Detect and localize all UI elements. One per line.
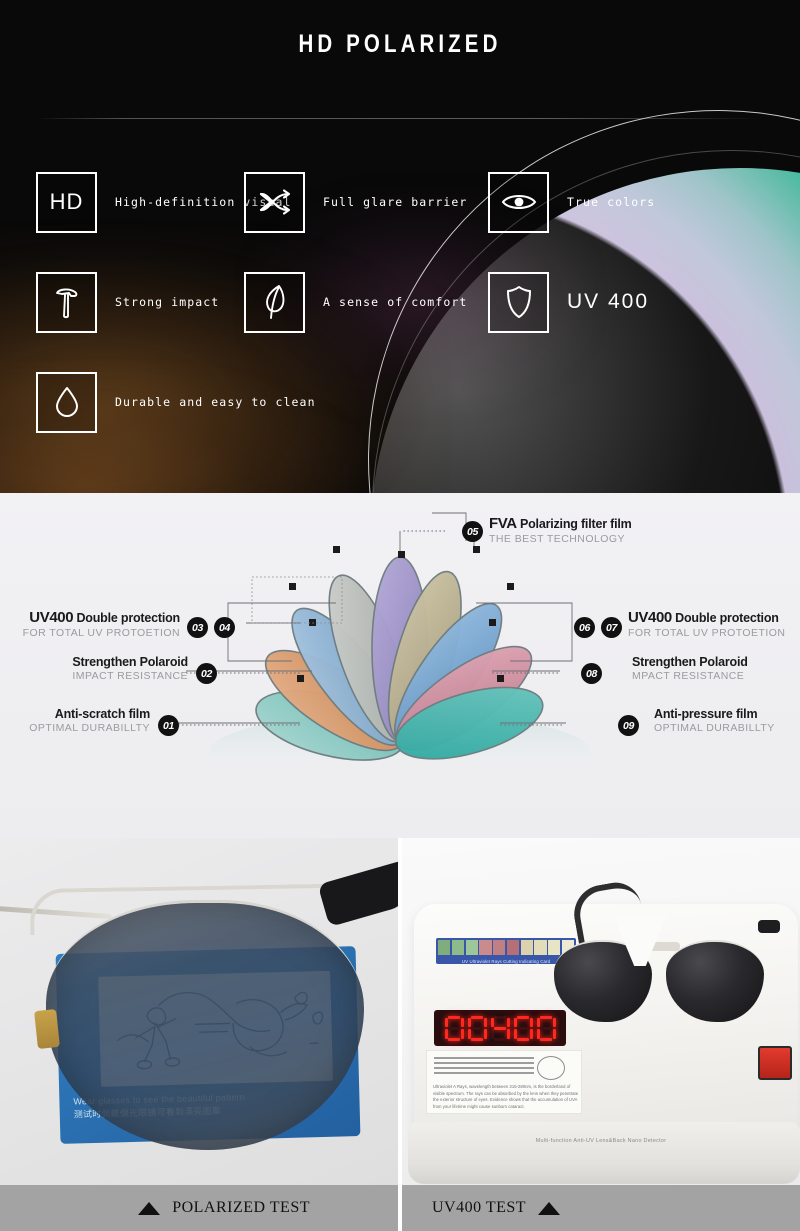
uv400-test-photo: UV Ultraviolet Rays Cutting Indicating C…: [402, 838, 800, 1231]
feature-durable-easy-to-clean: Durable and easy to clean: [0, 352, 314, 452]
label-anti-scratch-film: Anti-scratch film OPTIMAL DURABILLTY: [0, 707, 150, 734]
sunglasses-right-lens: [666, 940, 764, 1022]
feature-grid: HD High-definition visual Full glare bar…: [0, 152, 800, 452]
badge-01: 01: [158, 715, 179, 736]
feature-label: Full glare barrier: [323, 195, 468, 209]
label-title: Polarizing filter film: [519, 517, 632, 531]
badge-03: 03: [187, 617, 208, 638]
feature-full-glare-barrier: Full glare barrier: [244, 152, 488, 252]
label-subtitle: IMPACT RESISTANCE: [72, 670, 188, 682]
label-title: Anti-pressure film: [654, 707, 758, 721]
feature-row-2: Strong impact A sense of comfort UV 400: [0, 252, 800, 352]
page-title: HD POLARIZED: [298, 30, 502, 58]
feature-sense-of-comfort: A sense of comfort: [244, 252, 488, 352]
caption-bars: POLARIZED TEST UV400 TEST: [0, 1185, 800, 1231]
triangle-icon: [538, 1201, 561, 1215]
feature-label: UV 400: [567, 290, 650, 313]
uv-info-text: Ultraviolet A Rays, wavelength between 3…: [433, 1084, 579, 1109]
triangle-icon: [138, 1201, 161, 1215]
label-title-strong: FVA: [489, 515, 517, 532]
label-anti-pressure-film: Anti-pressure film OPTIMAL DURABILLTY: [654, 707, 775, 734]
feature-label: True colors: [567, 195, 656, 209]
eye-lens-diagram-icon: [537, 1056, 565, 1080]
display-digit: [536, 1015, 556, 1041]
detector-power-button[interactable]: [758, 1046, 792, 1080]
feature-high-definition-visual: HD High-definition visual: [0, 152, 290, 252]
label-fva-polarizing-filter-film: FVA Polarizing filter film THE BEST TECH…: [489, 515, 632, 545]
label-title: Strengthen Polaroid: [72, 655, 188, 669]
badge-09: 09: [618, 715, 639, 736]
badge-05: 05: [462, 521, 483, 542]
label-uv400-double-protection-left: UV400 Double protection FOR TOTAL UV PRO…: [0, 609, 181, 639]
uv-info-card: Ultraviolet A Rays, wavelength between 3…: [426, 1050, 582, 1114]
leaf-icon: [244, 271, 305, 333]
label-title: Strengthen Polaroid: [632, 655, 748, 669]
label-title: Double protection: [675, 611, 779, 625]
hammer-icon: [36, 271, 97, 333]
feature-true-colors: True colors: [488, 152, 738, 252]
badge-08: 08: [581, 663, 602, 684]
badge-02: 02: [196, 663, 217, 684]
feature-label: A sense of comfort: [323, 295, 468, 309]
label-subtitle: FOR TOTAL UV PROTOETION: [22, 627, 180, 639]
label-title-strong: UV400: [29, 609, 74, 626]
badge-04: 04: [214, 617, 235, 638]
label-uv400-double-protection-right: UV400 Double protection FOR TOTAL UV PRO…: [628, 609, 785, 639]
detector-knob[interactable]: [758, 920, 780, 933]
detector-model-label: Multi-function Anti-UV Lens&Back Nano De…: [535, 1138, 667, 1144]
label-strengthen-polaroid-left: Strengthen Polaroid IMPACT RESISTANCE: [0, 655, 188, 682]
hero-divider: [35, 118, 765, 119]
label-subtitle: OPTIMAL DURABILLTY: [29, 722, 150, 734]
label-subtitle: MPACT RESISTANCE: [632, 670, 745, 682]
feature-strong-impact: Strong impact: [0, 252, 244, 352]
feature-spacer: [244, 352, 488, 452]
label-title: Double protection: [76, 611, 180, 625]
test-photos-section: Wear glasses to see the beautiful patter…: [0, 838, 800, 1231]
sunglasses-on-detector: [554, 878, 800, 1046]
caption-label: UV400 TEST: [432, 1199, 527, 1216]
label-subtitle: THE BEST TECHNOLOGY: [489, 533, 625, 545]
uv-reading-display: [434, 1010, 566, 1046]
display-digit: [513, 1015, 533, 1041]
caption-polarized-test: POLARIZED TEST: [0, 1185, 398, 1231]
droplet-icon: [36, 371, 97, 433]
shuffle-icon: [244, 171, 305, 233]
feature-spacer-2: [488, 352, 738, 452]
lens-layer-diagram: 05 03 04 02 01 06 07 08 09 FVA Polarizin…: [0, 493, 800, 838]
label-subtitle: FOR TOTAL UV PROTOETION: [628, 627, 786, 639]
badge-07: 07: [601, 617, 622, 638]
feature-label: Strong impact: [115, 295, 220, 309]
label-title-strong: UV400: [628, 609, 672, 626]
hero-section: HD POLARIZED HD High-definition visual F…: [0, 0, 800, 493]
badge-06: 06: [574, 617, 595, 638]
feature-row-1: HD High-definition visual Full glare bar…: [0, 152, 800, 252]
detector-base: [408, 1122, 800, 1184]
uv-info-diagram: [434, 1057, 534, 1077]
feature-uv400: UV 400: [488, 252, 738, 352]
caption-label: POLARIZED TEST: [172, 1199, 310, 1216]
display-digit: [490, 1015, 510, 1041]
shield-icon: [488, 271, 549, 333]
hd-icon: HD: [36, 171, 97, 233]
display-digit: [467, 1015, 487, 1041]
eye-icon: [488, 171, 549, 233]
polarized-test-photo: Wear glasses to see the beautiful patter…: [0, 838, 398, 1231]
sunglasses-hinge: [34, 1008, 60, 1050]
feature-row-3: Durable and easy to clean: [0, 352, 800, 452]
label-subtitle: OPTIMAL DURABILLTY: [654, 722, 775, 734]
label-strengthen-polaroid-right: Strengthen Polaroid MPACT RESISTANCE: [632, 655, 748, 682]
label-title: Anti-scratch film: [54, 707, 150, 721]
caption-uv400-test: UV400 TEST: [402, 1185, 800, 1231]
display-digit: [444, 1015, 464, 1041]
